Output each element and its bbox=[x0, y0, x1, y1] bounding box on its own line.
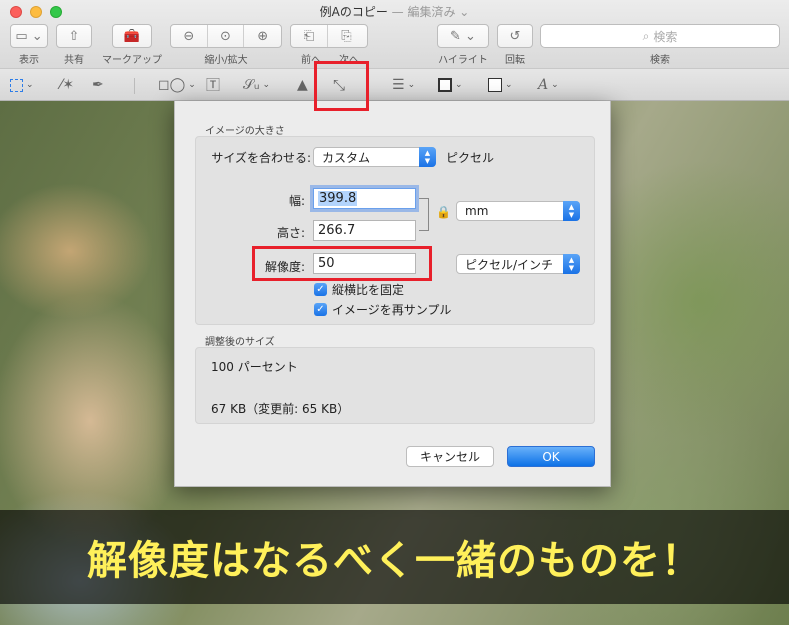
rect-selection-icon bbox=[10, 78, 23, 92]
line-style-tool[interactable]: ☰ ⌄ bbox=[392, 75, 415, 95]
popup-arrows-icon: ▲ ▼ bbox=[563, 201, 580, 221]
zoom-in-icon[interactable]: ⊕ bbox=[244, 25, 281, 47]
shapes-icon: ◻◯ bbox=[158, 77, 186, 93]
next-page-icon[interactable]: ⎘ bbox=[328, 25, 365, 47]
fit-popup[interactable]: カスタム ▲ ▼ bbox=[313, 147, 436, 167]
size-unit-value: mm bbox=[465, 204, 489, 218]
keep-ratio-checkbox[interactable]: ✓ 縦横比を固定 bbox=[314, 281, 404, 298]
zoom-actual-icon[interactable]: ⊙ bbox=[208, 25, 245, 47]
adjust-size-highlight bbox=[314, 61, 369, 111]
title-bar: 例Aのコピー — 編集済み ⌄ ▭ ⌄ 表示 ⇧ 共有 🧰 マークアップ ⊖ ⊙… bbox=[0, 0, 789, 68]
markup-toolbar: ⌄ ⁄✶ ✒ ◻◯ ⌄ 🅃 𝒮ᵤ ⌄ ▲ ⤡ ☰ ⌄ ⌄ ⌄ A ⌄ bbox=[0, 68, 789, 101]
size-unit-popup[interactable]: mm ▲ ▼ bbox=[456, 201, 580, 221]
zoom-label: 縮小/拡大 bbox=[204, 55, 248, 66]
chevron-down-icon: ⌄ bbox=[505, 80, 513, 90]
cancel-button[interactable]: キャンセル bbox=[406, 446, 494, 467]
search-placeholder: 検索 bbox=[653, 29, 678, 44]
ratio-bracket bbox=[419, 198, 429, 231]
sketch-tool[interactable]: ✒ bbox=[92, 75, 104, 95]
text-box-icon: 🅃 bbox=[206, 78, 220, 94]
keep-ratio-label: 縦横比を固定 bbox=[332, 283, 405, 297]
result-section-label: 調整後のサイズ bbox=[205, 337, 275, 348]
signature-icon: 𝒮ᵤ bbox=[243, 77, 260, 93]
resample-checkbox[interactable]: ✓ イメージを再サンプル bbox=[314, 301, 451, 318]
share-button[interactable]: ⇧ bbox=[56, 24, 92, 48]
border-color-icon bbox=[438, 78, 452, 92]
caption-banner: 解像度はなるべく一緒のものを！ bbox=[0, 510, 789, 604]
shapes-tool[interactable]: ◻◯ ⌄ bbox=[158, 75, 196, 95]
adjust-color-tool[interactable]: ▲ bbox=[297, 75, 308, 95]
fill-color-icon bbox=[488, 78, 502, 92]
page-nav-group: ⎗ ⎘ bbox=[290, 24, 368, 48]
width-label: 幅: bbox=[288, 194, 305, 208]
signature-tool[interactable]: 𝒮ᵤ ⌄ bbox=[243, 75, 270, 95]
lock-icon: 🔒 bbox=[436, 205, 451, 219]
adjust-size-dialog: イメージの大きさ サイズを合わせる: カスタム ▲ ▼ ピクセル 幅: 399.8… bbox=[174, 101, 611, 487]
rotate-label: 回転 bbox=[505, 55, 525, 66]
instant-alpha-tool[interactable]: ⁄✶ bbox=[60, 75, 74, 95]
height-field[interactable]: 266.7 bbox=[313, 220, 416, 241]
toolbox-icon: 🧰 bbox=[123, 28, 141, 44]
share-icon: ⇧ bbox=[68, 28, 80, 44]
height-label: 高さ: bbox=[276, 226, 305, 240]
search-field[interactable]: ⌕ 検索 bbox=[540, 24, 780, 48]
highlighter-icon: ✎ ⌄ bbox=[450, 28, 476, 44]
chevron-down-icon: ⌄ bbox=[407, 80, 416, 90]
chevron-down-icon: ⌄ bbox=[188, 80, 196, 90]
result-percent: 100 パーセント bbox=[211, 360, 298, 374]
zoom-out-icon[interactable]: ⊖ bbox=[171, 25, 208, 47]
chevron-down-icon: ⌄ bbox=[551, 80, 559, 90]
share-label: 共有 bbox=[64, 55, 84, 66]
width-field[interactable]: 399.8 bbox=[313, 188, 416, 209]
fit-value: カスタム bbox=[322, 150, 371, 165]
width-value: 399.8 bbox=[318, 191, 358, 206]
resolution-unit-popup[interactable]: ピクセル/インチ ▲ ▼ bbox=[456, 254, 580, 274]
border-color-tool[interactable]: ⌄ bbox=[438, 75, 463, 95]
prism-icon: ▲ bbox=[297, 77, 308, 93]
sidebar-icon: ▭ ⌄ bbox=[15, 28, 43, 44]
view-button[interactable]: ▭ ⌄ bbox=[10, 24, 48, 48]
window-title-text: 例Aのコピー bbox=[319, 5, 388, 19]
checkmark-icon: ✓ bbox=[314, 303, 327, 316]
text-tool[interactable]: 🅃 bbox=[206, 75, 220, 95]
window-title: 例Aのコピー — 編集済み ⌄ bbox=[0, 3, 789, 20]
height-value: 266.7 bbox=[318, 223, 356, 238]
fit-unit-label: ピクセル bbox=[446, 151, 495, 165]
text-style-tool[interactable]: A ⌄ bbox=[538, 75, 559, 95]
popup-arrows-icon: ▲ ▼ bbox=[419, 147, 436, 167]
toolbar-divider bbox=[134, 78, 135, 94]
fit-label: サイズを合わせる: bbox=[211, 151, 311, 165]
window-title-status: — 編集済み ⌄ bbox=[391, 5, 470, 19]
checkmark-icon: ✓ bbox=[314, 283, 327, 296]
prev-page-icon[interactable]: ⎗ bbox=[291, 25, 328, 47]
chevron-down-icon: ⌄ bbox=[262, 80, 271, 90]
caption-text: 解像度はなるべく一緒のものを！ bbox=[87, 538, 702, 584]
highlight-button[interactable]: ✎ ⌄ bbox=[437, 24, 489, 48]
search-label: 検索 bbox=[650, 55, 670, 66]
highlight-label: ハイライト bbox=[438, 55, 488, 66]
fill-color-tool[interactable]: ⌄ bbox=[488, 75, 513, 95]
magic-wand-icon: ⁄✶ bbox=[60, 77, 75, 93]
chevron-down-icon: ⌄ bbox=[455, 80, 463, 90]
search-icon: ⌕ bbox=[642, 28, 650, 43]
font-icon: A bbox=[538, 77, 549, 93]
resample-label: イメージを再サンプル bbox=[332, 303, 452, 317]
rotate-icon: ↺ bbox=[509, 28, 521, 44]
resolution-highlight bbox=[252, 246, 432, 281]
ok-button[interactable]: OK bbox=[507, 446, 595, 467]
popup-arrows-icon: ▲ ▼ bbox=[563, 254, 580, 274]
pen-icon: ✒ bbox=[92, 77, 104, 93]
markup-label: マークアップ bbox=[102, 55, 162, 66]
zoom-button-group: ⊖ ⊙ ⊕ bbox=[170, 24, 282, 48]
view-label: 表示 bbox=[19, 55, 39, 66]
markup-toolbar-button[interactable]: 🧰 bbox=[112, 24, 152, 48]
image-size-section-label: イメージの大きさ bbox=[205, 126, 285, 137]
selection-tool[interactable]: ⌄ bbox=[10, 75, 34, 95]
resolution-unit-value: ピクセル/インチ bbox=[465, 257, 554, 272]
preview-window: 例Aのコピー — 編集済み ⌄ ▭ ⌄ 表示 ⇧ 共有 🧰 マークアップ ⊖ ⊙… bbox=[0, 0, 789, 625]
rotate-button[interactable]: ↺ bbox=[497, 24, 533, 48]
line-style-icon: ☰ bbox=[392, 77, 405, 93]
chevron-down-icon: ⌄ bbox=[26, 80, 34, 90]
result-filesize: 67 KB（変更前: 65 KB） bbox=[211, 402, 350, 416]
